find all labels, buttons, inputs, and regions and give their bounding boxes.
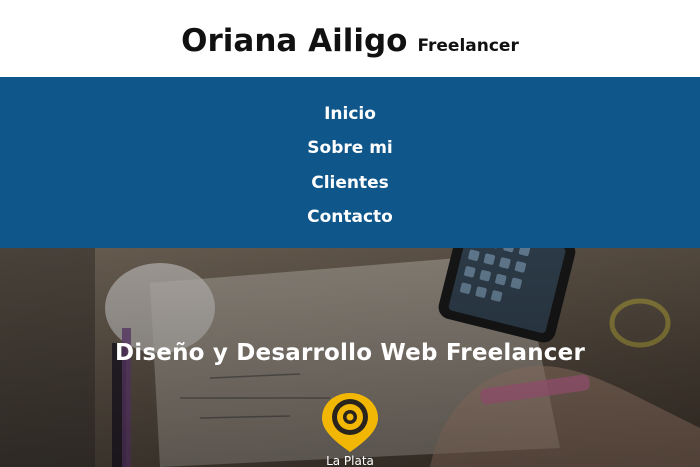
nav-link-contacto[interactable]: Contacto [307, 200, 393, 235]
site-tagline: Freelancer [417, 35, 519, 56]
main-nav: Inicio Sobre mi Clientes Contacto [0, 77, 700, 248]
hero-title: Diseño y Desarrollo Web Freelancer [115, 340, 585, 366]
location-pin-icon [322, 393, 378, 452]
nav-link-clientes[interactable]: Clientes [311, 166, 389, 201]
site-title[interactable]: Oriana Ailigo [181, 23, 407, 59]
hero-section: Diseño y Desarrollo Web Freelancer La Pl… [0, 248, 700, 467]
location-label: La Plata [326, 454, 374, 467]
nav-link-sobre-mi[interactable]: Sobre mi [307, 131, 392, 166]
site-header: Oriana Ailigo Freelancer [0, 0, 700, 77]
nav-link-inicio[interactable]: Inicio [324, 97, 376, 132]
brand: Oriana Ailigo Freelancer [181, 23, 519, 59]
